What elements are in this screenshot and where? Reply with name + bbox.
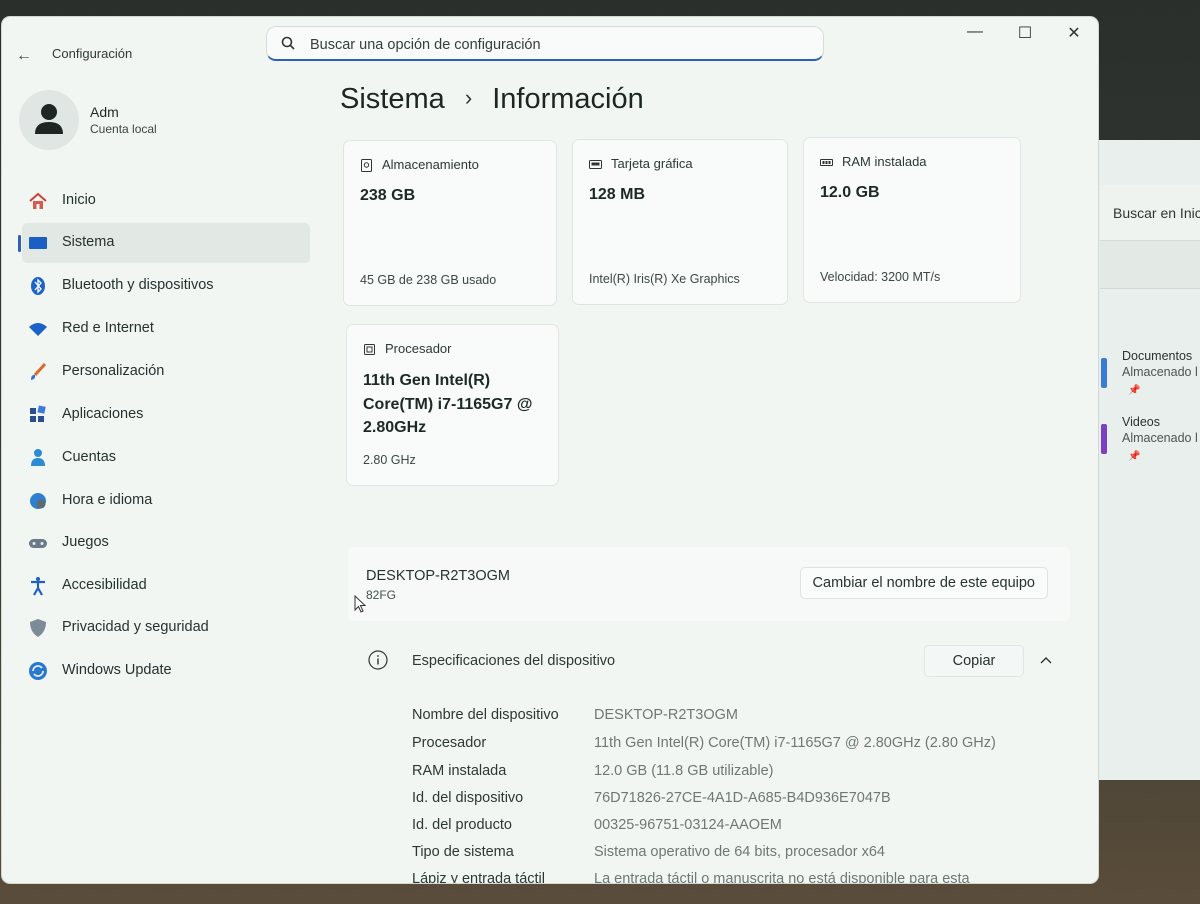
sidebar-item-windows-update[interactable]: Windows Update xyxy=(22,651,310,691)
device-model: 82FG xyxy=(366,588,397,602)
sidebar-item-hora-idioma[interactable]: Hora e idioma xyxy=(22,481,310,521)
background-item-documents[interactable]: Documentos Almacenado l xyxy=(1122,349,1200,379)
apps-icon xyxy=(30,405,46,422)
device-specs-header[interactable]: Especificaciones del dispositivo Copiar xyxy=(348,630,1070,692)
search-input[interactable]: Buscar una opción de configuración xyxy=(310,37,541,53)
gamepad-icon xyxy=(29,539,47,548)
graphics-card-icon xyxy=(589,160,602,169)
sidebar-item-cuentas[interactable]: Cuentas xyxy=(22,438,310,478)
device-name: DESKTOP-R2T3OGM xyxy=(366,568,510,584)
device-name-row: DESKTOP-R2T3OGM 82FG Cambiar el nombre d… xyxy=(348,547,1070,621)
sidebar-item-bluetooth[interactable]: Bluetooth y dispositivos xyxy=(22,266,310,306)
sidebar-item-sistema[interactable]: Sistema xyxy=(18,223,310,263)
sidebar-item-accesibilidad[interactable]: Accesibilidad xyxy=(22,566,310,606)
background-search-box[interactable]: Buscar en Inic xyxy=(1100,185,1200,241)
processor-icon xyxy=(364,344,375,355)
user-name: Adm xyxy=(90,104,119,120)
background-item-videos[interactable]: Videos Almacenado l xyxy=(1122,415,1200,445)
pin-icon: 📌 xyxy=(1128,385,1141,396)
brush-icon xyxy=(31,362,47,380)
user-icon xyxy=(35,104,63,134)
app-title: Configuración xyxy=(52,46,133,61)
processor-card[interactable]: Procesador 11th Gen Intel(R) Core(TM) i7… xyxy=(346,324,559,486)
back-arrow-icon[interactable]: ← xyxy=(16,47,32,65)
person-icon xyxy=(31,449,45,466)
documents-folder-icon xyxy=(1101,358,1107,388)
info-icon xyxy=(368,650,388,670)
sidebar-item-aplicaciones[interactable]: Aplicaciones xyxy=(22,395,310,435)
copy-button[interactable]: Copiar xyxy=(924,645,1024,677)
ram-icon xyxy=(820,159,833,166)
account-type: Cuenta local xyxy=(90,122,157,136)
gpu-card[interactable]: Tarjeta gráfica 128 MB Intel(R) Iris(R) … xyxy=(572,139,788,305)
update-icon xyxy=(29,662,47,680)
accessibility-icon xyxy=(31,577,45,596)
pin-icon: 📌 xyxy=(1128,451,1141,462)
shield-icon xyxy=(30,619,46,637)
sidebar-item-privacidad[interactable]: Privacidad y seguridad xyxy=(22,608,310,648)
maximize-button[interactable]: ☐ xyxy=(1010,23,1040,43)
settings-window: ← Configuración Buscar una opción de con… xyxy=(2,17,1098,883)
wifi-icon xyxy=(29,323,47,336)
breadcrumb-parent[interactable]: Sistema xyxy=(340,83,445,115)
globe-clock-icon xyxy=(30,493,46,509)
background-toolbar-strip xyxy=(1100,241,1200,289)
rename-pc-button[interactable]: Cambiar el nombre de este equipo xyxy=(799,567,1048,599)
home-icon xyxy=(29,192,47,209)
storage-icon xyxy=(361,159,372,172)
videos-folder-icon xyxy=(1101,424,1107,454)
search-box[interactable]: Buscar una opción de configuración xyxy=(266,26,824,61)
sidebar-item-inicio[interactable]: Inicio xyxy=(22,181,310,221)
breadcrumb: Sistema › Información xyxy=(340,83,644,116)
chevron-up-icon[interactable] xyxy=(1038,652,1054,668)
page-title: Información xyxy=(492,83,644,115)
storage-card[interactable]: Almacenamiento 238 GB 45 GB de 238 GB us… xyxy=(343,140,557,306)
specs-title: Especificaciones del dispositivo xyxy=(412,653,616,669)
close-button[interactable]: ✕ xyxy=(1059,23,1089,43)
search-icon xyxy=(281,36,295,50)
sidebar-item-personalizacion[interactable]: Personalización xyxy=(22,352,310,392)
minimize-button[interactable]: — xyxy=(960,23,990,41)
monitor-icon xyxy=(29,237,47,249)
avatar[interactable] xyxy=(19,90,79,150)
bluetooth-icon xyxy=(31,277,45,295)
sidebar-item-juegos[interactable]: Juegos xyxy=(22,523,310,563)
mouse-cursor-icon xyxy=(354,595,366,613)
sidebar-item-red[interactable]: Red e Internet xyxy=(22,309,310,349)
breadcrumb-separator: › xyxy=(464,85,473,110)
ram-card[interactable]: RAM instalada 12.0 GB Velocidad: 3200 MT… xyxy=(803,137,1021,303)
